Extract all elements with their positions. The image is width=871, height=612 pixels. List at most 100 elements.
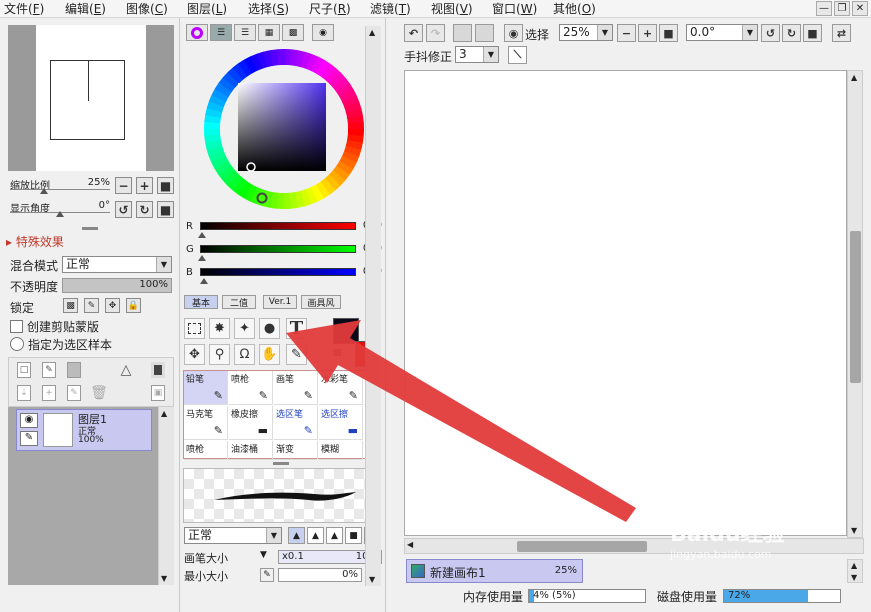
red-slider-thumb[interactable] (198, 232, 206, 238)
minimize-icon[interactable]: — (816, 1, 832, 16)
clipping-mask-checkbox[interactable] (10, 319, 23, 333)
eye-icon[interactable]: ◉ (504, 24, 523, 42)
menu-file[interactable]: 文件(F) (0, 0, 61, 17)
scratchpad-icon[interactable]: ▩ (282, 24, 304, 41)
canvas-zoom-in-button[interactable]: + (638, 24, 657, 42)
shape-tool-icon[interactable]: ● (259, 318, 280, 339)
move-tool-icon[interactable]: ✥ (184, 344, 205, 365)
new-layer-icon[interactable]: □ (17, 362, 31, 378)
lock-paint-icon[interactable]: ✎ (84, 298, 99, 313)
rotate-reset-button[interactable]: ■ (157, 201, 174, 218)
tab-ver1[interactable]: Ver.1 (263, 295, 297, 309)
opacity-slider[interactable]: 100% (62, 278, 172, 293)
tab-tool-style[interactable]: 画具风 (301, 295, 341, 309)
brush-gradient[interactable]: 渐变 (274, 441, 318, 460)
invert-select-button[interactable] (475, 24, 494, 42)
canvas-hscroll-thumb[interactable] (517, 541, 647, 552)
scroll-left-icon[interactable]: ◀ (407, 540, 413, 549)
lock-transparency-icon[interactable]: ▩ (63, 298, 78, 313)
canvas-zoom-select[interactable]: 25% ▼ (559, 24, 613, 41)
green-slider[interactable] (200, 245, 356, 253)
tab-binary[interactable]: 二值 (222, 295, 256, 309)
selection-source-checkbox[interactable] (10, 337, 24, 351)
tip-shape-2-icon[interactable]: ▲ (307, 527, 324, 544)
brush-brush[interactable]: 画笔 ✎ (274, 371, 318, 405)
layer-list-scrollbar[interactable]: ▲ ▼ (158, 407, 174, 585)
zoom-slider[interactable] (10, 189, 110, 190)
scroll-up-icon[interactable]: ▲ (851, 561, 857, 570)
close-icon[interactable]: ✕ (852, 1, 868, 16)
blue-slider[interactable] (200, 268, 356, 276)
menu-select[interactable]: 选择(S) (244, 0, 305, 17)
flip-horizontal-button[interactable]: ⇄ (832, 24, 851, 42)
lock-all-icon[interactable]: 🔒 (126, 298, 141, 313)
menu-edit[interactable]: 编辑(E) (61, 0, 122, 17)
panel-splitter[interactable] (82, 227, 98, 230)
undo-button[interactable]: ↶ (404, 24, 423, 42)
new-layer-folder-icon[interactable] (67, 362, 81, 378)
text-tool-icon[interactable]: T (286, 318, 307, 339)
tab-basic[interactable]: 基本 (184, 295, 218, 309)
menu-image[interactable]: 图像(C) (122, 0, 183, 17)
zoom-in-button[interactable]: + (136, 177, 153, 194)
lasso-icon[interactable]: ✸ (209, 318, 230, 339)
reset-colors-icon[interactable]: ▩ (333, 348, 342, 358)
scroll-down-icon[interactable]: ▼ (851, 573, 857, 582)
deselect-button[interactable] (453, 24, 472, 42)
menu-filter[interactable]: 滤镜(T) (366, 0, 427, 17)
zoom-out-button[interactable]: − (115, 177, 132, 194)
canvas-zoom-out-button[interactable]: − (617, 24, 636, 42)
tab-list-scrollbar[interactable]: ▲ ▼ (847, 559, 863, 583)
transfer-down-icon[interactable]: ⇣ (17, 385, 31, 401)
tools-panel-scrollbar[interactable]: ▲ ▼ (365, 26, 381, 586)
navigator-preview[interactable] (8, 25, 174, 171)
hsv-sliders-icon[interactable]: ☰ (234, 24, 256, 41)
tip-shape-4-icon[interactable]: ■ (345, 527, 362, 544)
navigator-viewport-box[interactable] (50, 60, 125, 140)
line-mode-icon[interactable]: ⟍ (508, 46, 527, 64)
merge-down-icon[interactable]: + (42, 385, 56, 401)
brush-airbrush-2[interactable]: 喷枪 (184, 441, 228, 460)
zoom-slider-thumb[interactable] (40, 188, 48, 194)
apply-mask-icon[interactable]: ▣ (151, 385, 165, 401)
canvas-rotate-reset-button[interactable]: ■ (803, 24, 822, 42)
new-pen-layer-icon[interactable]: ✎ (42, 362, 56, 378)
scroll-up-icon[interactable]: ▲ (369, 28, 375, 37)
redo-button[interactable]: ↷ (426, 24, 445, 42)
layer-effects-icon[interactable]: △ (119, 362, 133, 378)
eyedropper-icon[interactable]: ✎ (286, 344, 307, 365)
tip-shape-1-icon[interactable]: ▲ (288, 527, 305, 544)
swatch-icon[interactable]: ◉ (312, 24, 334, 41)
brush-pencil[interactable]: 铅笔 ✎ (184, 371, 228, 405)
blue-slider-thumb[interactable] (200, 278, 208, 284)
selection-source-row[interactable]: 指定为选区样本 (10, 336, 112, 352)
brush-blur[interactable]: 模糊 (319, 441, 363, 460)
rgb-sliders-icon[interactable]: ☰ (210, 24, 232, 41)
drawing-canvas[interactable] (404, 70, 847, 536)
clipping-mask-row[interactable]: 创建剪贴蒙版 (10, 318, 99, 334)
effects-header[interactable]: ▸ 特殊效果 (6, 233, 64, 250)
scroll-down-icon[interactable]: ▼ (369, 575, 375, 584)
brush-select-eraser[interactable]: 选区擦 ▬ (319, 406, 363, 440)
menu-view[interactable]: 视图(V) (427, 0, 488, 17)
red-slider[interactable] (200, 222, 356, 230)
canvas-zoom-reset-button[interactable]: ■ (659, 24, 678, 42)
delete-layer-icon[interactable]: 🗑 (90, 385, 108, 401)
canvas-tab[interactable]: 新建画布1 25% (406, 559, 583, 583)
tip-shape-3-icon[interactable]: ▲ (326, 527, 343, 544)
hand-tool-icon[interactable]: ✋ (259, 344, 280, 365)
eye-icon[interactable]: ◉ (20, 413, 38, 428)
canvas-vscroll-thumb[interactable] (850, 231, 861, 383)
green-slider-thumb[interactable] (198, 255, 206, 261)
layer-item[interactable]: ◉ ✎ 图层1 正常 100% (16, 409, 152, 451)
canvas-vertical-scrollbar[interactable]: ▲ ▼ (847, 70, 863, 538)
canvas-angle-select[interactable]: 0.0° ▼ (686, 24, 758, 41)
magic-wand-icon[interactable]: ✦ (234, 318, 255, 339)
rotate-left-button[interactable]: ↺ (115, 201, 132, 218)
rotate-right-button[interactable]: ↻ (136, 201, 153, 218)
zoom-reset-button[interactable]: ■ (157, 177, 174, 194)
canvas-rotate-right-button[interactable]: ↻ (782, 24, 801, 42)
brush-marker[interactable]: 马克笔 ✎ (184, 406, 228, 440)
color-set-icon[interactable]: ▦ (258, 24, 280, 41)
color-wheel[interactable] (201, 46, 367, 212)
